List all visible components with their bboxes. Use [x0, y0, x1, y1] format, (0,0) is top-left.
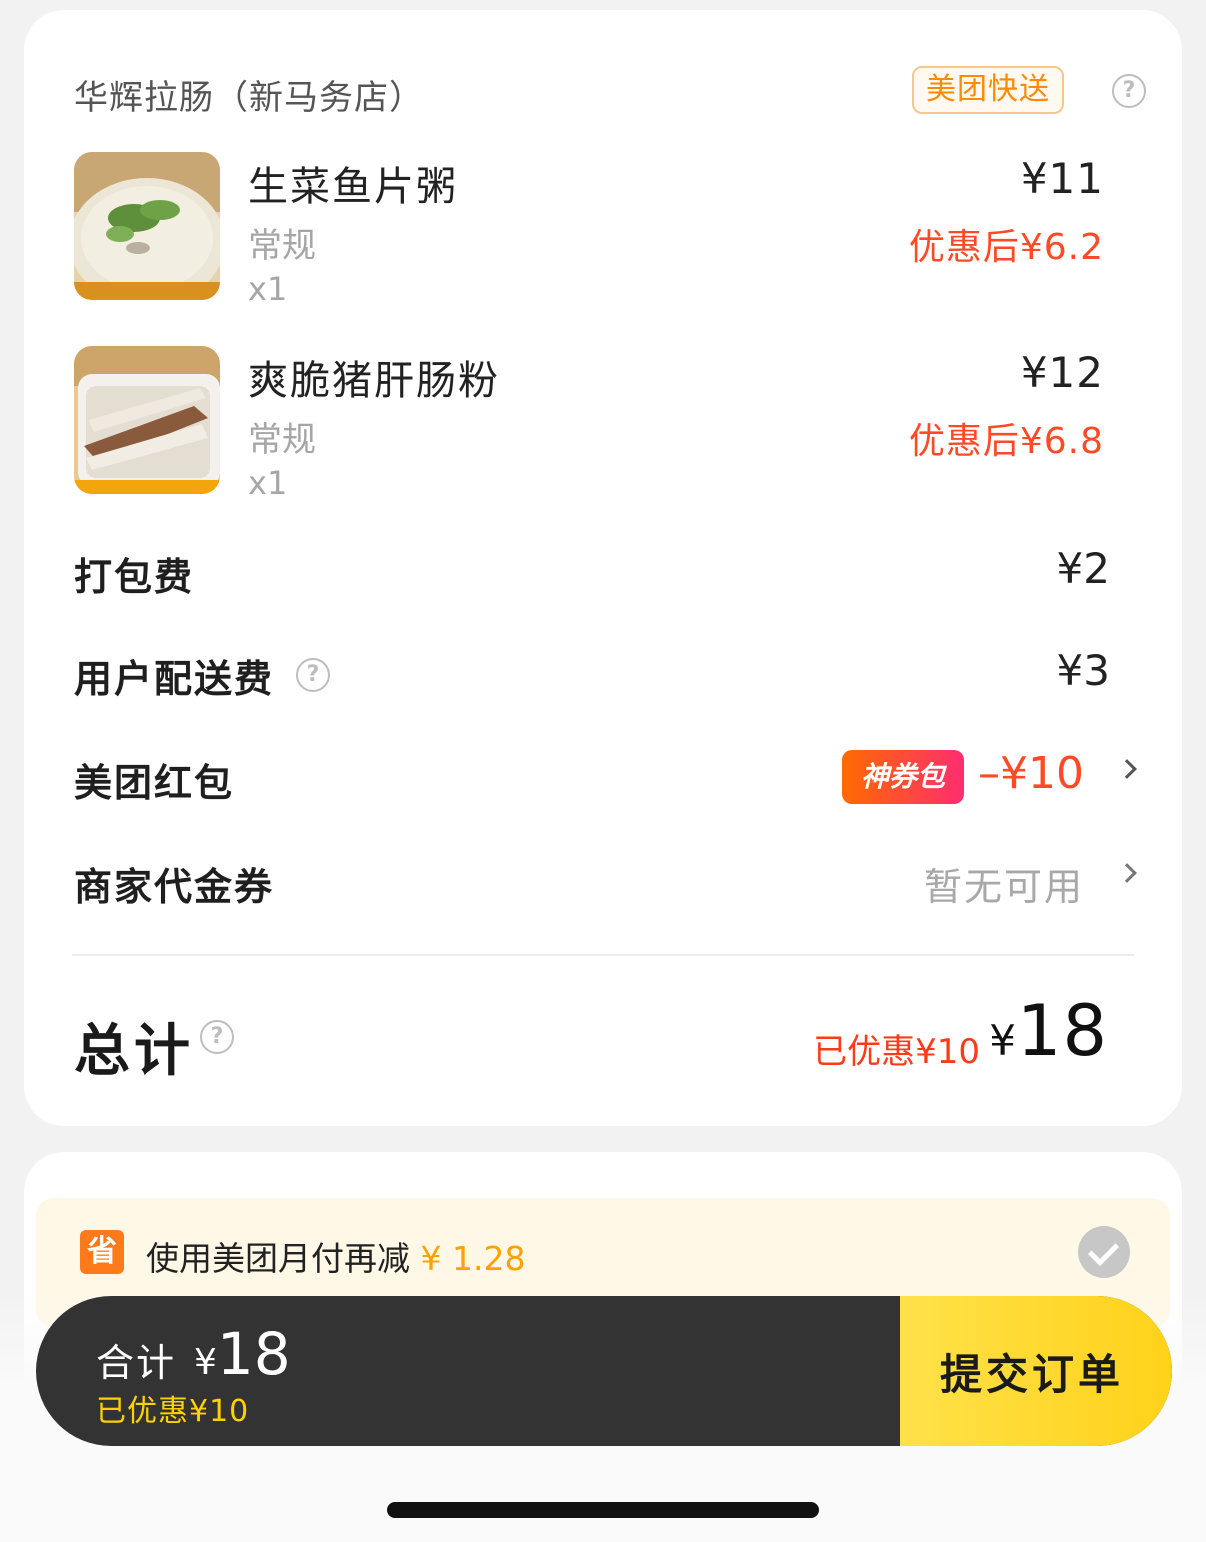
- delivery-fee-label: 用户配送费: [74, 657, 275, 701]
- item-name: 爽脆猪肝肠粉: [248, 358, 500, 404]
- delivery-fee-value: ¥3: [1056, 646, 1110, 695]
- packing-fee-value: ¥2: [1056, 544, 1110, 593]
- chevron-right-icon[interactable]: [1117, 863, 1137, 883]
- checkout-summary: 合计 ¥18 已优惠¥10: [36, 1296, 900, 1446]
- monthpay-amount: ¥ 1.28: [420, 1239, 526, 1278]
- redpack-label: 美团红包: [74, 761, 235, 805]
- currency-symbol: ¥: [989, 1016, 1017, 1065]
- item-discount-price: 优惠后¥6.8: [908, 421, 1104, 462]
- merchant-voucher-label: 商家代金券: [74, 865, 275, 909]
- item-name: 生菜鱼片粥: [248, 164, 458, 210]
- home-indicator[interactable]: [387, 1502, 819, 1518]
- item-discount-price: 优惠后¥6.2: [908, 227, 1104, 268]
- delivery-fee-row: 用户配送费 ? ¥3: [74, 644, 1110, 704]
- order-card: 华辉拉肠（新马务店） 美团快送 ? 生菜鱼片粥 常规 x1 ¥11 优惠后¥6.…: [24, 10, 1182, 1126]
- store-header: 华辉拉肠（新马务店） 美团快送 ?: [74, 64, 1146, 126]
- bar-total-value: 18: [216, 1320, 291, 1388]
- order-item: 爽脆猪肝肠粉 常规 x1 ¥12 优惠后¥6.8: [74, 346, 1104, 506]
- check-icon[interactable]: [1078, 1226, 1130, 1278]
- submit-order-button[interactable]: 提交订单: [900, 1296, 1172, 1446]
- item-spec: 常规: [248, 420, 316, 460]
- merchant-voucher-row[interactable]: 商家代金券 暂无可用: [74, 852, 1137, 912]
- divider: [72, 954, 1134, 956]
- delivery-badge: 美团快送: [912, 66, 1064, 114]
- help-icon[interactable]: ?: [1112, 74, 1146, 108]
- help-icon[interactable]: ?: [200, 1020, 234, 1054]
- redpack-value: –¥10: [978, 748, 1084, 799]
- chevron-right-icon[interactable]: [1117, 759, 1137, 779]
- bar-total-amount: ¥18: [194, 1320, 291, 1388]
- congee-photo: [74, 152, 220, 300]
- coupon-pack-badge: 神券包: [842, 750, 964, 804]
- monthpay-text: 使用美团月付再减 ¥ 1.28: [146, 1232, 525, 1280]
- store-name[interactable]: 华辉拉肠（新马务店）: [74, 70, 424, 119]
- item-spec: 常规: [248, 226, 316, 266]
- total-saved: 已优惠¥10: [813, 1032, 980, 1072]
- redpack-row[interactable]: 美团红包 神券包 –¥10: [74, 748, 1137, 808]
- bar-saved: 已优惠¥10: [96, 1394, 250, 1429]
- rice-roll-photo: [74, 346, 220, 494]
- item-price: ¥12: [1020, 348, 1104, 397]
- item-price: ¥11: [1020, 154, 1104, 203]
- save-icon: 省: [80, 1230, 124, 1274]
- item-quantity: x1: [248, 270, 288, 308]
- packing-fee-row: 打包费 ¥2: [74, 542, 1110, 602]
- bar-total-label: 合计: [96, 1341, 177, 1385]
- help-icon[interactable]: ?: [296, 658, 330, 692]
- monthpay-label: 使用美团月付再减: [146, 1239, 410, 1278]
- currency-symbol: ¥: [194, 1342, 217, 1383]
- packing-fee-label: 打包费: [74, 555, 195, 599]
- checkout-bar: 合计 ¥18 已优惠¥10 提交订单: [36, 1296, 1172, 1446]
- total-amount: ¥18: [989, 990, 1108, 1072]
- total-label: 总计: [74, 1019, 194, 1084]
- item-quantity: x1: [248, 464, 288, 502]
- order-item: 生菜鱼片粥 常规 x1 ¥11 优惠后¥6.2: [74, 152, 1104, 312]
- total-amount-value: 18: [1016, 990, 1108, 1072]
- merchant-voucher-value: 暂无可用: [923, 865, 1084, 909]
- total-row: 总计 ? 已优惠¥10 ¥18: [74, 990, 1108, 1094]
